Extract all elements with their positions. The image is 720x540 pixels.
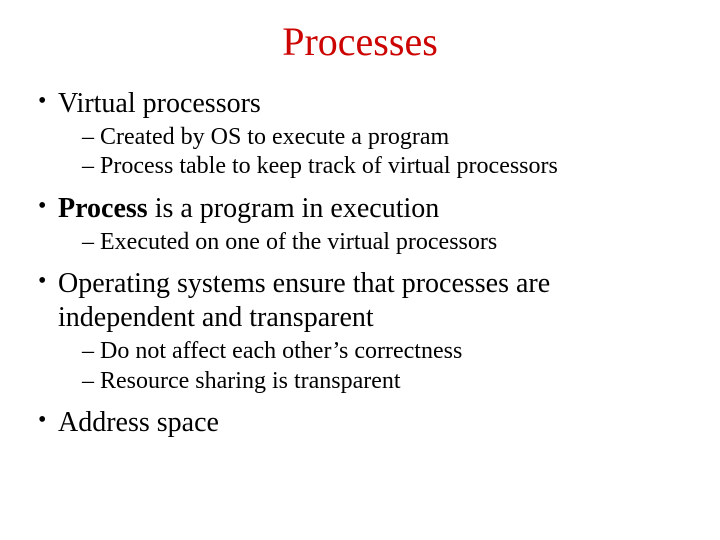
bullet-item: Process is a program in execution Execut… <box>36 192 692 257</box>
bullet-text: Virtual processors <box>58 87 692 121</box>
sub-list: Do not affect each other’s correctness R… <box>58 337 692 396</box>
bullet-text: Operating systems ensure that processes … <box>58 267 692 335</box>
sub-item: Resource sharing is transparent <box>82 367 692 396</box>
slide-title: Processes <box>28 18 692 65</box>
bullet-list: Virtual processors Created by OS to exec… <box>28 87 692 440</box>
bullet-item: Operating systems ensure that processes … <box>36 267 692 396</box>
text-segment: Process <box>58 193 148 224</box>
bullet-text: Address space <box>58 406 692 440</box>
sub-list: Executed on one of the virtual processor… <box>58 228 692 257</box>
text-segment: Operating systems ensure that processes … <box>58 268 550 333</box>
sub-item: Executed on one of the virtual processor… <box>82 228 692 257</box>
sub-item: Do not affect each other’s correctness <box>82 337 692 366</box>
bullet-item: Address space <box>36 406 692 440</box>
bullet-item: Virtual processors Created by OS to exec… <box>36 87 692 182</box>
text-segment: Address space <box>58 407 219 438</box>
text-segment: Virtual processors <box>58 88 261 119</box>
sub-list: Created by OS to execute a program Proce… <box>58 123 692 182</box>
bullet-text: Process is a program in execution <box>58 192 692 226</box>
sub-item: Process table to keep track of virtual p… <box>82 152 692 181</box>
slide: Processes Virtual processors Created by … <box>0 0 720 540</box>
sub-item: Created by OS to execute a program <box>82 123 692 152</box>
text-segment: is a program in execution <box>148 193 440 224</box>
